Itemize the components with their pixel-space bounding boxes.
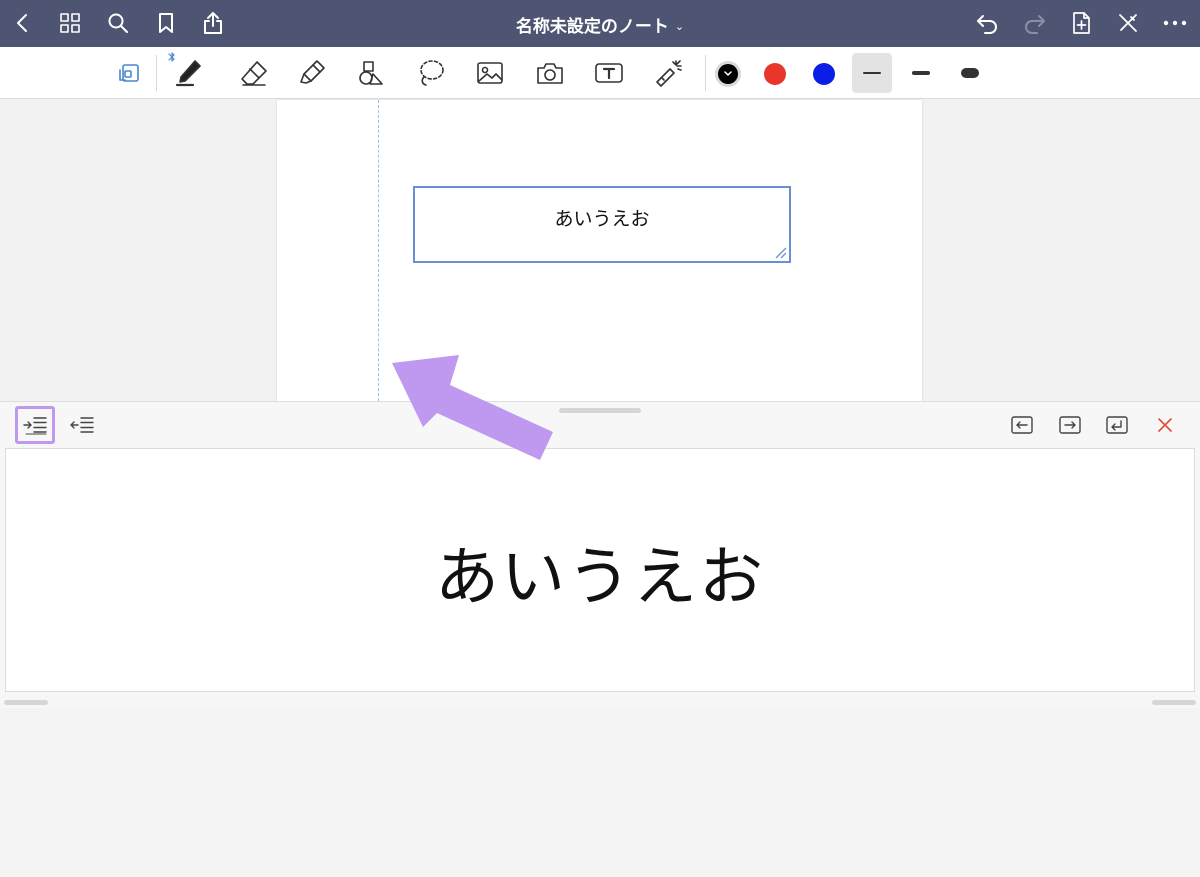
eraser-icon — [241, 61, 267, 86]
left-resize-handle[interactable] — [4, 700, 48, 705]
resize-handle-icon[interactable] — [773, 245, 787, 259]
grid-view-button[interactable] — [55, 8, 85, 38]
toolbar-divider — [156, 55, 157, 91]
indent-right-icon — [23, 417, 47, 435]
more-horizontal-icon — [1163, 20, 1187, 26]
color-swatch-blue[interactable] — [813, 63, 835, 85]
note-title-text: 名称未設定のノート — [515, 17, 669, 37]
return-key-icon — [1106, 416, 1128, 434]
back-button[interactable] — [8, 8, 38, 38]
margin-guide-line — [378, 100, 379, 401]
right-resize-handle[interactable] — [1152, 700, 1196, 705]
pen-tools-toggle-button[interactable] — [1113, 8, 1143, 38]
note-page[interactable]: あいうえお — [277, 100, 922, 401]
highlighter-icon — [300, 60, 325, 84]
camera-icon — [537, 63, 563, 84]
more-options-button[interactable] — [1160, 8, 1190, 38]
top-navigation-bar: 名称未設定のノート ⌄ — [0, 0, 1200, 47]
color-swatch-black-fill — [718, 64, 738, 84]
bookmark-icon — [159, 13, 173, 33]
share-icon — [204, 12, 222, 34]
text-box-content: あいうえお — [554, 208, 650, 230]
pen-tool[interactable] — [168, 52, 208, 91]
eraser-tool[interactable] — [234, 55, 274, 91]
share-button[interactable] — [198, 8, 228, 38]
panel-empty-area — [0, 708, 1200, 877]
image-icon — [477, 62, 503, 84]
close-icon — [1158, 418, 1172, 432]
image-tool[interactable] — [470, 55, 510, 91]
indent-left-button[interactable] — [62, 406, 102, 444]
redo-button[interactable] — [1020, 8, 1050, 38]
text-editor-area[interactable]: あいうえお — [5, 448, 1195, 692]
redo-icon — [1025, 15, 1045, 34]
indent-left-icon — [70, 417, 94, 433]
chevron-left-icon — [17, 14, 27, 32]
bookmark-button[interactable] — [151, 8, 181, 38]
add-page-button[interactable] — [1066, 8, 1096, 38]
lasso-icon — [420, 60, 444, 86]
search-icon — [108, 13, 128, 33]
shapes-tool[interactable] — [351, 55, 391, 91]
add-page-icon — [1073, 12, 1090, 34]
toolbar-divider — [705, 55, 706, 91]
camera-tool[interactable] — [530, 55, 570, 91]
tools-bar — [0, 47, 1200, 99]
indent-right-button[interactable] — [15, 406, 55, 444]
laser-pointer-tool[interactable] — [649, 55, 689, 91]
text-box-icon — [595, 63, 623, 83]
editor-text: あいうえお — [435, 541, 765, 615]
shapes-icon — [359, 61, 383, 85]
page-layout-icon — [119, 64, 139, 82]
color-swatch-red[interactable] — [764, 63, 786, 85]
return-button[interactable] — [1097, 406, 1137, 444]
close-panel-button[interactable] — [1145, 406, 1185, 444]
text-tool[interactable] — [589, 55, 629, 91]
stroke-thick-sample — [961, 68, 979, 78]
bluetooth-icon — [168, 52, 175, 62]
stroke-width-medium[interactable] — [901, 53, 941, 93]
pen-cross-icon — [1119, 14, 1137, 32]
highlighter-tool[interactable] — [292, 55, 332, 91]
lasso-tool[interactable] — [411, 55, 451, 91]
stroke-width-thick[interactable] — [950, 53, 990, 93]
stroke-width-thin[interactable] — [852, 53, 892, 93]
arrow-right-box-icon — [1059, 416, 1081, 434]
chevron-down-icon: ⌄ — [674, 20, 685, 33]
note-title[interactable]: 名称未設定のノート ⌄ — [420, 12, 780, 37]
laser-pointer-icon — [656, 60, 682, 87]
search-button[interactable] — [103, 8, 133, 38]
move-left-button[interactable] — [1002, 406, 1042, 444]
page-layout-tool[interactable] — [109, 55, 149, 91]
undo-icon — [977, 15, 997, 34]
undo-button[interactable] — [972, 8, 1002, 38]
pen-icon — [175, 60, 201, 87]
stroke-thin-sample — [863, 72, 881, 74]
panel-drag-handle[interactable] — [559, 408, 641, 413]
chevron-down-icon — [724, 71, 732, 76]
text-box[interactable]: あいうえお — [413, 186, 791, 263]
canvas-area: あいうえお — [0, 100, 1200, 401]
stroke-medium-sample — [912, 71, 930, 75]
arrow-left-box-icon — [1011, 416, 1033, 434]
text-editor-panel: あいうえお — [0, 401, 1200, 877]
grid-icon — [60, 13, 80, 33]
color-swatch-black[interactable] — [715, 61, 741, 87]
move-right-button[interactable] — [1050, 406, 1090, 444]
